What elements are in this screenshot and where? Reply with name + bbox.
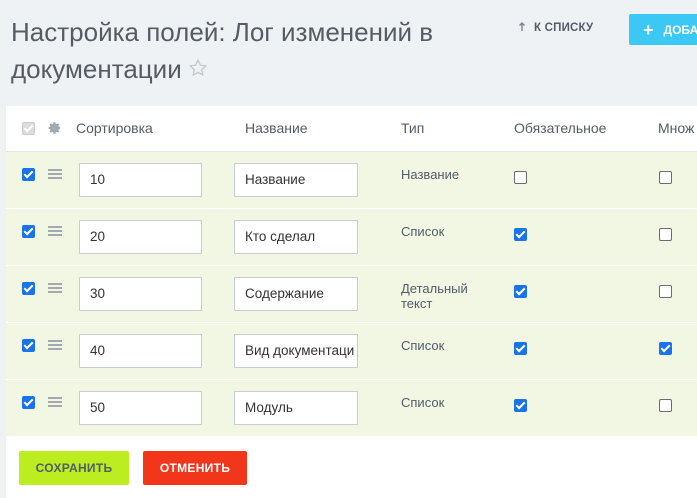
drag-handle-icon[interactable] xyxy=(48,169,62,181)
sort-input[interactable]: 50 xyxy=(79,391,202,425)
cancel-button[interactable]: ОТМЕНИТЬ xyxy=(143,451,247,485)
page-title: Настройка полей: Лог изменений в докумен… xyxy=(11,14,491,88)
field-type: Список xyxy=(401,395,445,410)
back-link-label: К СПИСКУ xyxy=(534,21,594,34)
back-arrow-icon xyxy=(518,20,530,35)
header-sort[interactable]: Сортировка xyxy=(76,120,153,136)
row-select-checkbox[interactable] xyxy=(22,339,35,352)
header-required[interactable]: Обязательное xyxy=(514,120,606,136)
table-row: 30 Содержание Детальный текст xyxy=(6,266,697,323)
field-type: Список xyxy=(401,338,445,353)
name-input[interactable]: Кто сделал xyxy=(234,220,358,254)
multiple-checkbox[interactable] xyxy=(659,285,672,298)
row-select-checkbox[interactable] xyxy=(22,282,35,295)
star-icon[interactable] xyxy=(188,51,208,88)
form-footer: СОХРАНИТЬ ОТМЕНИТЬ xyxy=(6,438,697,498)
table-row: 10 Название Название xyxy=(6,152,697,209)
header-multiple[interactable]: Множ xyxy=(658,120,694,136)
back-to-list-link[interactable]: К СПИСКУ xyxy=(518,20,593,35)
table-row: 40 Вид документаци Список xyxy=(6,323,697,380)
required-checkbox[interactable] xyxy=(514,228,527,241)
required-checkbox[interactable] xyxy=(514,171,527,184)
multiple-checkbox[interactable] xyxy=(659,342,672,355)
sort-input[interactable]: 30 xyxy=(79,277,202,311)
drag-handle-icon[interactable] xyxy=(48,397,62,409)
name-input[interactable]: Содержание xyxy=(234,277,358,311)
page-title-text: Настройка полей: Лог изменений в докумен… xyxy=(11,17,434,84)
table-header: Сортировка Название Тип Обязательное Мно… xyxy=(6,106,697,152)
select-all-checkbox[interactable] xyxy=(22,122,35,135)
row-select-checkbox[interactable] xyxy=(22,396,35,409)
table-row: 50 Модуль Список xyxy=(6,380,697,437)
drag-handle-icon[interactable] xyxy=(48,340,62,352)
required-checkbox[interactable] xyxy=(514,342,527,355)
save-button[interactable]: СОХРАНИТЬ xyxy=(19,451,129,485)
fields-table: Сортировка Название Тип Обязательное Мно… xyxy=(6,106,697,438)
add-button[interactable]: + ДОБАВИТЬ xyxy=(629,14,697,45)
sort-input[interactable]: 10 xyxy=(79,163,202,197)
required-checkbox[interactable] xyxy=(514,285,527,298)
gear-icon[interactable] xyxy=(48,121,62,138)
field-type: Название xyxy=(401,167,460,182)
row-select-checkbox[interactable] xyxy=(22,168,35,181)
field-type: Детальный текст xyxy=(401,281,468,311)
row-select-checkbox[interactable] xyxy=(22,225,35,238)
drag-handle-icon[interactable] xyxy=(48,226,62,238)
plus-icon: + xyxy=(643,19,654,40)
name-input[interactable]: Модуль xyxy=(234,391,358,425)
table-row: 20 Кто сделал Список xyxy=(6,209,697,266)
drag-handle-icon[interactable] xyxy=(48,283,62,295)
multiple-checkbox[interactable] xyxy=(659,228,672,241)
multiple-checkbox[interactable] xyxy=(659,399,672,412)
add-button-label: ДОБАВИТЬ xyxy=(663,22,697,37)
name-input[interactable]: Название xyxy=(234,163,358,197)
sort-input[interactable]: 20 xyxy=(79,220,202,254)
field-type: Список xyxy=(401,224,445,239)
multiple-checkbox[interactable] xyxy=(659,171,672,184)
name-input[interactable]: Вид документаци xyxy=(234,334,358,368)
header-name[interactable]: Название xyxy=(245,120,308,136)
required-checkbox[interactable] xyxy=(514,399,527,412)
sort-input[interactable]: 40 xyxy=(79,334,202,368)
header-type[interactable]: Тип xyxy=(401,120,424,136)
